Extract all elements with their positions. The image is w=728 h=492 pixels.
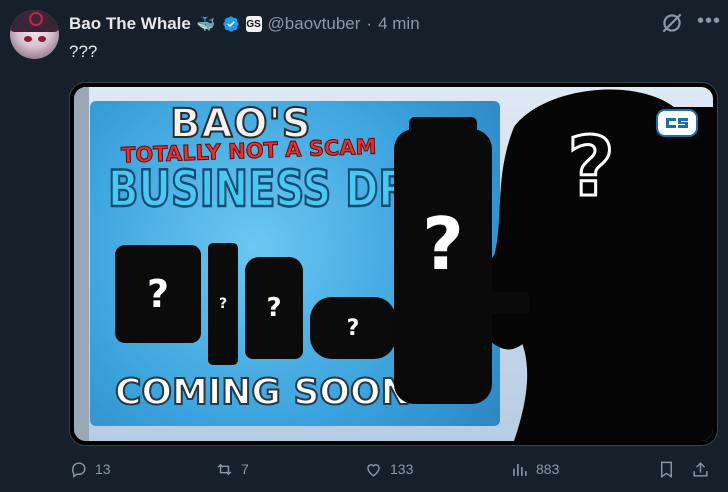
author-name[interactable]: Bao The Whale [69, 14, 191, 34]
repost-icon [217, 463, 232, 475]
like-count: 133 [390, 461, 414, 477]
like-icon [367, 463, 380, 477]
share-icon [693, 461, 708, 477]
silhouette-mystery-mark: ? [567, 120, 615, 215]
more-icon[interactable]: ••• [697, 10, 721, 33]
tumbler-mystery-mark: ? [422, 202, 464, 286]
views-icon [513, 463, 527, 476]
views-count: 883 [536, 461, 560, 477]
character-silhouette: ? ? [394, 89, 713, 441]
views-button[interactable]: 883 [510, 458, 559, 480]
brand-logo-icon [656, 109, 698, 137]
verified-icon [222, 16, 239, 32]
grok-icon[interactable] [659, 10, 685, 36]
separator-dot: · [366, 14, 373, 33]
affiliate-badge[interactable]: GS [245, 16, 262, 32]
repost-count: 7 [241, 461, 249, 477]
repost-button[interactable]: 7 [215, 458, 249, 480]
tweet-text: ??? [69, 42, 98, 61]
reply-button[interactable]: 13 [69, 458, 111, 480]
avatar-eye-left [24, 36, 32, 42]
reply-icon [72, 461, 86, 478]
share-button[interactable] [691, 458, 710, 480]
tweet-header: Bao The Whale 🐳 GS @baovtuber · 4 min [69, 12, 420, 36]
avatar-eye-right [38, 36, 46, 42]
whale-emoji: 🐳 [196, 16, 216, 33]
promo-banner: BAO'S TOTALLY NOT A SCAM BUSINESS DROP ?… [74, 87, 713, 441]
avatar[interactable] [10, 10, 59, 59]
bookmark-icon [661, 461, 672, 478]
tweet-media[interactable]: BAO'S TOTALLY NOT A SCAM BUSINESS DROP ?… [69, 82, 718, 446]
bookmark-button[interactable] [657, 458, 676, 480]
timestamp[interactable]: 4 min [378, 14, 420, 34]
tweet-actions: 13 7 133 883 [69, 458, 714, 480]
like-button[interactable]: 133 [364, 458, 413, 480]
reply-count: 13 [95, 461, 111, 477]
avatar-accessory [29, 12, 43, 26]
author-handle[interactable]: @baovtuber [268, 14, 361, 34]
